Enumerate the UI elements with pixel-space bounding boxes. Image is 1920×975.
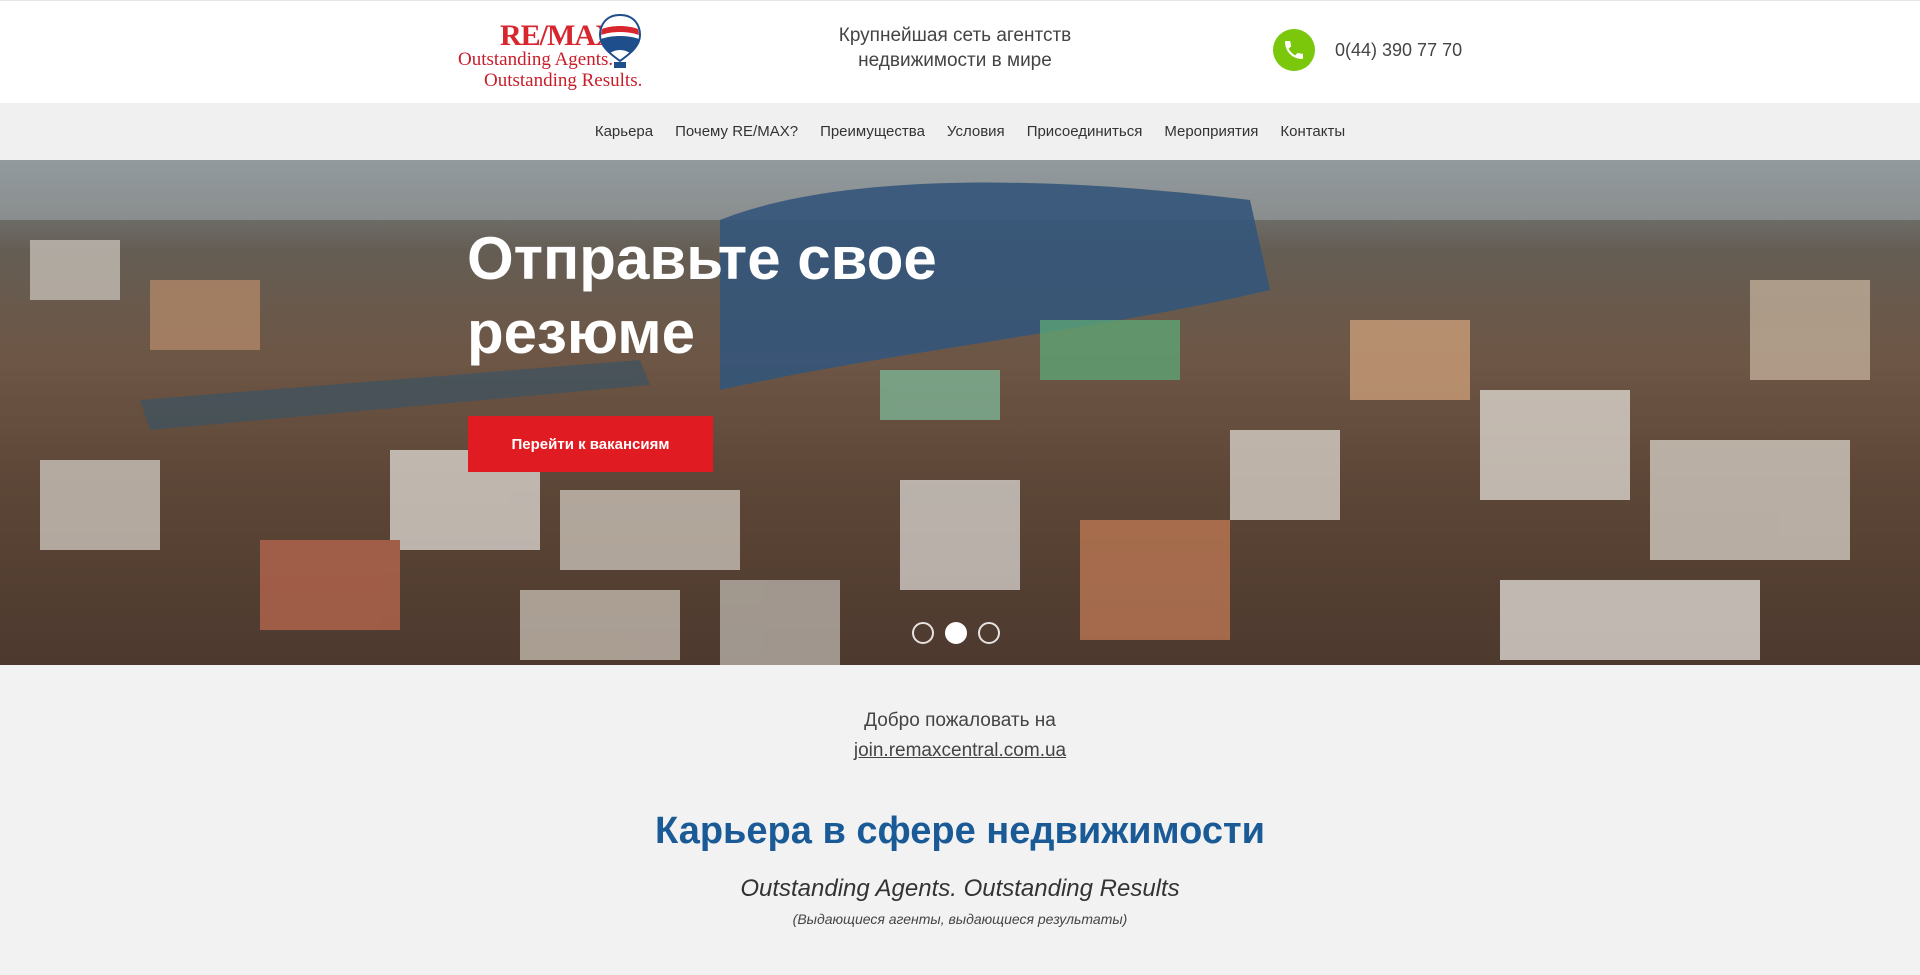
site-header: RE/MAX Outstanding Agents. Outstanding R… bbox=[0, 0, 1920, 103]
slider-pagination bbox=[912, 622, 1000, 644]
slider-dot-1[interactable] bbox=[912, 622, 934, 644]
career-title: Карьера в сфере недвижимости bbox=[655, 810, 1265, 852]
career-subtitle: Outstanding Agents. Outstanding Results bbox=[740, 875, 1180, 902]
main-nav: Карьера Почему RE/MAX? Преимущества Усло… bbox=[0, 103, 1920, 160]
nav-item-conditions[interactable]: Условия bbox=[947, 123, 1005, 140]
phone-contact[interactable]: 0(44) 390 77 70 bbox=[1273, 29, 1462, 71]
welcome-block: Добро пожаловать на join.remaxcentral.co… bbox=[0, 706, 1920, 766]
phone-icon[interactable] bbox=[1273, 29, 1315, 71]
welcome-text: Добро пожаловать на bbox=[864, 710, 1056, 731]
phone-number[interactable]: 0(44) 390 77 70 bbox=[1335, 40, 1462, 61]
nav-item-advantages[interactable]: Преимущества bbox=[820, 123, 925, 140]
hero-title: Отправьте свое резюме bbox=[467, 222, 937, 370]
hero-title-line2: резюме bbox=[467, 299, 696, 366]
nav-item-why-remax[interactable]: Почему RE/MAX? bbox=[675, 123, 798, 140]
hero-slider: Отправьте свое резюме Перейти к вакансия… bbox=[0, 160, 1920, 665]
remax-logo[interactable]: RE/MAX Outstanding Agents. Outstanding R… bbox=[458, 13, 643, 93]
logo-slogan-line2: Outstanding Results. bbox=[484, 70, 643, 91]
vacancies-button[interactable]: Перейти к вакансиям bbox=[468, 416, 713, 472]
tagline-line2: недвижимости в мире bbox=[858, 50, 1052, 71]
nav-item-contacts[interactable]: Контакты bbox=[1280, 123, 1345, 140]
tagline-line1: Крупнейшая сеть агентств bbox=[838, 25, 1072, 46]
header-tagline: Крупнейшая сеть агентств недвижимости в … bbox=[800, 23, 1110, 73]
nav-item-career[interactable]: Карьера bbox=[595, 123, 653, 140]
logo-slogan-line1: Outstanding Agents. bbox=[458, 49, 614, 70]
slider-dot-2[interactable] bbox=[945, 622, 967, 644]
city-aerial-image bbox=[0, 160, 1920, 665]
hero-title-line1: Отправьте свое bbox=[467, 225, 937, 292]
career-note: (Выдающиеся агенты, выдающиеся результат… bbox=[792, 911, 1128, 927]
site-link[interactable]: join.remaxcentral.com.ua bbox=[854, 740, 1066, 761]
nav-item-events[interactable]: Мероприятия bbox=[1164, 123, 1258, 140]
slider-dot-3[interactable] bbox=[978, 622, 1000, 644]
nav-item-join[interactable]: Присоединиться bbox=[1027, 123, 1143, 140]
